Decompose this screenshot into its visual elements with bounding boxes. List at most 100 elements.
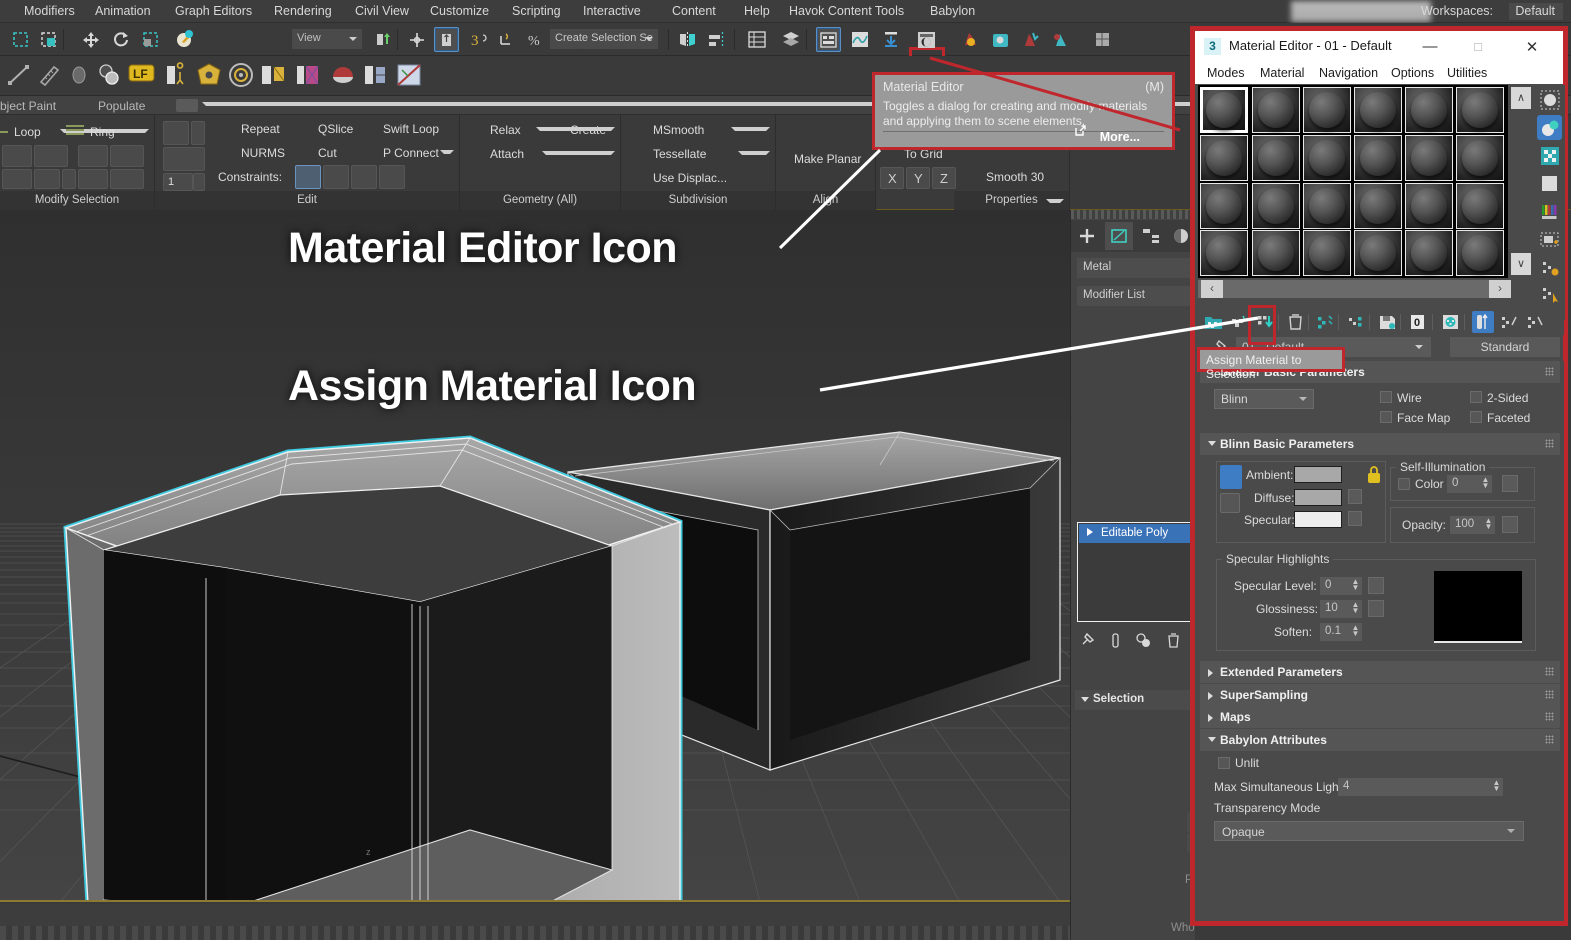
pin-stack-icon[interactable]	[1079, 632, 1096, 654]
schematic-view-icon[interactable]	[878, 27, 903, 52]
scene-explorer-icon[interactable]	[778, 27, 803, 52]
slots-horizontal-scrollbar[interactable]: ‹ ›	[1198, 280, 1508, 298]
material-sample-slots[interactable]	[1198, 85, 1508, 278]
menu-item-babylon[interactable]: Babylon	[930, 4, 975, 18]
sample-slot-6[interactable]	[1456, 87, 1504, 133]
menu-material[interactable]: Material	[1260, 66, 1304, 80]
checkbox-face-map[interactable]	[1380, 411, 1392, 423]
rollout-blinn-basic-parameters[interactable]: Blinn Basic Parameters	[1200, 433, 1560, 455]
spinner-arrows-icon[interactable]: ▲▼	[1492, 780, 1501, 793]
specular-level-spinner[interactable]: 0 ▲▼	[1320, 577, 1362, 595]
select-object-icon[interactable]	[8, 27, 33, 52]
paint-deform-button[interactable]	[163, 147, 205, 171]
remove-modifier-icon[interactable]	[1165, 632, 1182, 654]
go-to-parent-icon[interactable]	[1498, 311, 1520, 333]
select-region-icon[interactable]	[36, 27, 61, 52]
mirror-icon[interactable]	[675, 27, 700, 52]
loop-shift-button[interactable]	[2, 169, 32, 189]
sample-slot-12[interactable]	[1456, 135, 1504, 181]
render-iterative-icon[interactable]	[1048, 27, 1073, 52]
select-and-place-icon[interactable]	[172, 27, 197, 52]
named-selection-sets-input[interactable]: Create Selection Se	[550, 29, 658, 49]
sample-slot-19[interactable]	[1200, 230, 1248, 276]
constraint-face-button[interactable]	[351, 165, 377, 189]
scene-converter-icon[interactable]	[362, 62, 390, 90]
sample-slot-22[interactable]	[1354, 230, 1402, 276]
constraint-none-button[interactable]	[295, 165, 321, 189]
object-name-field[interactable]: Metal	[1077, 258, 1193, 278]
render-production-icon[interactable]	[1018, 27, 1043, 52]
menu-options[interactable]: Options	[1391, 66, 1434, 80]
sample-slot-17[interactable]	[1405, 183, 1453, 229]
material-id-channel-button[interactable]: 0	[1407, 311, 1429, 333]
modifier-stack[interactable]: Editable Poly	[1077, 522, 1193, 622]
spinner-arrows-icon[interactable]: ▲▼	[1351, 602, 1360, 615]
loop-grow-button[interactable]	[2, 145, 32, 167]
curve-editor-icon[interactable]	[847, 27, 872, 52]
chevron-down-icon[interactable]	[738, 151, 770, 155]
align-y-button[interactable]: Y	[906, 167, 930, 189]
menu-item-interactive[interactable]: Interactive	[583, 4, 641, 18]
ellipse-tool-icon[interactable]	[66, 62, 94, 90]
menu-item-animation[interactable]: Animation	[95, 4, 151, 18]
ribbon-label-make-planar[interactable]: Make Planar	[794, 152, 861, 166]
ring-all-button[interactable]	[110, 169, 144, 189]
sample-slot-2[interactable]	[1252, 87, 1300, 133]
checkbox-wire[interactable]	[1380, 391, 1392, 403]
utilities-panel-icon[interactable]	[294, 62, 322, 90]
rollout-babylon-attributes[interactable]: Babylon Attributes	[1200, 729, 1560, 751]
slots-scroll-left-button[interactable]: ‹	[1201, 280, 1223, 298]
align-z-button[interactable]: Z	[932, 167, 956, 189]
shell-modifier-icon[interactable]	[330, 62, 358, 90]
modifier-list-dropdown[interactable]: Modifier List	[1077, 286, 1193, 306]
glossiness-map-button[interactable]	[1368, 600, 1384, 617]
hierarchy-panel-icon[interactable]	[196, 62, 224, 90]
backlight-icon[interactable]	[1537, 115, 1562, 140]
ribbon-label-cut[interactable]: Cut	[318, 146, 337, 160]
timeline-strip[interactable]	[0, 926, 1070, 940]
options-icon[interactable]	[1537, 255, 1562, 280]
uvw-unwrap-icon[interactable]	[396, 62, 424, 90]
rollout-grip[interactable]	[1545, 712, 1554, 721]
put-material-to-scene-icon[interactable]	[1228, 311, 1250, 333]
put-to-library-icon[interactable]	[1376, 311, 1398, 333]
modify-tab[interactable]	[1105, 222, 1133, 250]
get-material-icon[interactable]	[1202, 311, 1224, 333]
rotate-icon[interactable]	[108, 27, 133, 52]
sample-slot-13[interactable]	[1200, 183, 1248, 229]
rollout-maps[interactable]: Maps	[1200, 706, 1560, 728]
ribbon-footer-geometry[interactable]: Geometry (All)	[460, 191, 620, 210]
sample-type-icon[interactable]	[1537, 87, 1562, 112]
move-icon[interactable]	[78, 27, 103, 52]
ribbon-label-use-displacement[interactable]: Use Displac...	[653, 171, 727, 185]
spinner-arrows-icon[interactable]: ▲▼	[1351, 625, 1360, 638]
sample-slot-11[interactable]	[1405, 135, 1453, 181]
edit-spinner-arrows[interactable]	[193, 173, 205, 191]
checkbox-faceted[interactable]	[1470, 411, 1482, 423]
expand-arrow-icon[interactable]	[1087, 528, 1093, 536]
menu-item-help[interactable]: Help	[744, 4, 770, 18]
loop-shrink-button[interactable]	[34, 145, 68, 167]
ring-shift-button[interactable]	[78, 169, 108, 189]
constraint-edge-button[interactable]	[323, 165, 349, 189]
scale-icon[interactable]	[138, 27, 163, 52]
chevron-down-icon[interactable]	[1415, 345, 1423, 349]
max-simultaneous-lights-spinner[interactable]: 4 ▲▼	[1338, 778, 1503, 796]
close-button[interactable]: ✕	[1511, 31, 1553, 62]
ruler-tool-icon[interactable]	[36, 62, 64, 90]
modifier-stack-item-editable-poly[interactable]: Editable Poly	[1079, 524, 1191, 543]
menu-item-modifiers[interactable]: Modifiers	[24, 4, 75, 18]
minimize-button[interactable]: —	[1409, 31, 1451, 62]
material-type-button[interactable]: Standard	[1450, 337, 1560, 357]
chevron-down-icon[interactable]	[731, 127, 770, 131]
ribbon-label-smooth-30[interactable]: Smooth 30	[986, 170, 1044, 184]
render-setup-icon[interactable]	[958, 27, 983, 52]
chevron-down-icon[interactable]	[542, 151, 615, 155]
layer-manager-icon[interactable]	[744, 27, 769, 52]
diffuse-color-swatch[interactable]	[1294, 489, 1342, 506]
sample-slot-3[interactable]	[1303, 87, 1351, 133]
ring-grow-button[interactable]	[78, 145, 108, 167]
checkbox-self-illum-color[interactable]	[1398, 478, 1410, 490]
material-editor-icon[interactable]	[914, 27, 939, 52]
dot-loop-button[interactable]	[34, 169, 60, 189]
